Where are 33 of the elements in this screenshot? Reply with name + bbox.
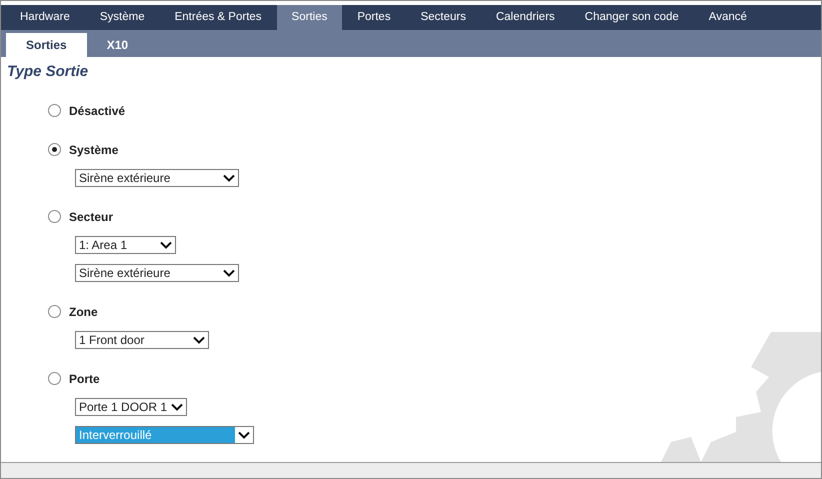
sub-tab[interactable]: X10 [86,33,148,57]
nav-tab[interactable]: Portes [342,5,406,30]
option-label: Désactivé [69,102,126,120]
nav-tab[interactable]: Système [84,5,160,30]
dropdown[interactable]: Porte 1 DOOR 1 [75,398,187,416]
nav-tab[interactable]: Entrées & Portes [160,5,277,30]
nav-tab[interactable]: Hardware [5,5,85,30]
chevron-down-icon [193,336,205,344]
dropdown[interactable]: Sirène extérieure [75,264,239,282]
radio-button[interactable] [48,210,61,223]
radio-button[interactable] [48,305,61,318]
option-label: Système [69,142,118,158]
nav-tab[interactable]: Changer son code [570,5,694,30]
nav-tab[interactable]: Secteurs [406,5,481,30]
chevron-down-icon [171,402,183,410]
dropdown[interactable]: 1: Area 1 [75,236,176,254]
dropdown[interactable]: 1 Front door [75,330,209,348]
sub-tab[interactable]: Sorties [6,33,87,57]
option-label: Zone [69,304,98,320]
chevron-down-icon [223,268,235,276]
chevron-down-icon [160,240,172,248]
radio-button[interactable] [48,143,61,156]
nav-tab[interactable]: Sorties [276,5,342,30]
chevron-down-icon [223,174,235,182]
radio-button[interactable] [48,372,61,385]
dropdown[interactable]: Sirène extérieure [75,168,239,186]
chevron-down-icon [238,430,250,438]
section-title: Type Sortie [6,62,88,82]
nav-tab[interactable]: Avancé [694,5,762,30]
option-label: Secteur [69,208,114,226]
option-label: Porte [69,370,100,388]
radio-button[interactable] [48,104,61,117]
nav-tab[interactable]: Calendriers [480,5,570,30]
